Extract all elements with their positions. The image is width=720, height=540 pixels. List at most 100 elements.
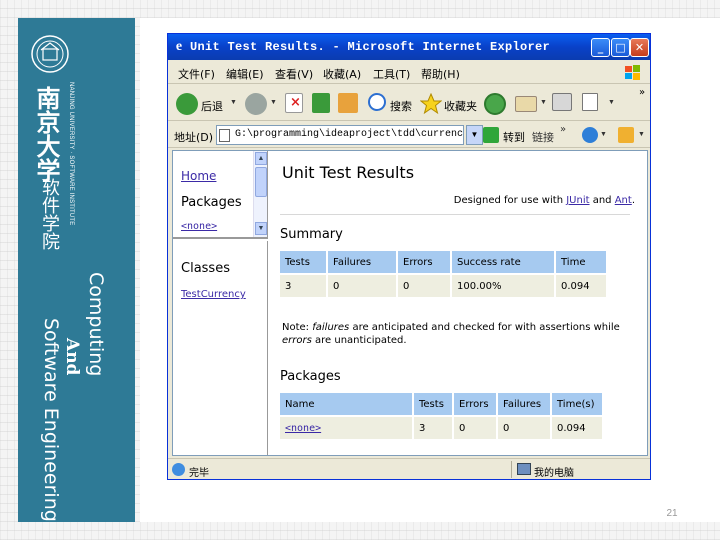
forward-icon[interactable]	[245, 93, 267, 115]
class-testcurrency-link[interactable]: TestCurrency	[181, 289, 246, 300]
packages-header-row: Name Tests Errors Failures Time(s)	[280, 393, 602, 415]
note-middle: are anticipated and checked for with ass…	[349, 322, 620, 333]
status-text: 完毕	[189, 468, 209, 479]
summary-time-value: 0.094	[556, 275, 606, 297]
forward-dropdown-icon[interactable]: ▼	[270, 99, 277, 106]
scroll-thumb[interactable]	[255, 167, 267, 197]
mail-dropdown-icon[interactable]: ▼	[540, 99, 547, 106]
maximize-button[interactable]: □	[611, 38, 630, 57]
windows-logo-icon	[625, 65, 640, 80]
menu-edit[interactable]: 编辑(E)	[226, 66, 264, 82]
classes-frame: Classes TestCurrency	[173, 241, 268, 455]
designed-and: and	[589, 195, 615, 206]
summary-heading: Summary	[280, 227, 343, 242]
menu-tools[interactable]: 工具(T)	[373, 66, 410, 82]
summary-data-row: 3 0 0 100.00% 0.094	[280, 275, 606, 297]
go-arrow-icon[interactable]	[483, 127, 499, 143]
designed-for-note: Designed for use with JUnit and Ant.	[454, 195, 635, 206]
window-title: Unit Test Results. - Microsoft Internet …	[190, 40, 551, 54]
links-button[interactable]: 链接	[532, 129, 554, 145]
search-label[interactable]: 搜索	[390, 98, 412, 114]
back-dropdown-icon[interactable]: ▼	[230, 99, 237, 106]
search-icon[interactable]	[368, 93, 386, 111]
note-prefix: Note:	[282, 322, 313, 333]
menu-bar: 文件(F) 编辑(E) 查看(V) 收藏(A) 工具(T) 帮助(H)	[168, 62, 650, 84]
designed-prefix: Designed for use with	[453, 195, 567, 206]
report-title: Unit Test Results	[282, 163, 415, 182]
links-chevron[interactable]: »	[560, 124, 566, 135]
edit-page-icon[interactable]	[582, 93, 598, 111]
address-input[interactable]: G:\programming\ideaproject\tdd\currency\…	[216, 125, 464, 145]
back-label[interactable]: 后退	[201, 98, 223, 114]
classes-nav-heading: Classes	[181, 261, 230, 276]
menu-view[interactable]: 查看(V)	[275, 66, 313, 82]
packages-col-tests: Tests	[414, 393, 452, 415]
page-number: 21	[666, 508, 678, 519]
packages-frame-scrollbar[interactable]: ▲ ▼	[253, 151, 267, 237]
scroll-down-icon[interactable]: ▼	[255, 222, 267, 235]
toolbar-more-chevron[interactable]: »	[639, 87, 645, 98]
scroll-up-icon[interactable]: ▲	[255, 152, 267, 165]
packages-nav-heading: Packages	[181, 195, 242, 210]
note-failures-word: failures	[312, 322, 350, 333]
packages-col-errors: Errors	[454, 393, 496, 415]
junit-link[interactable]: JUnit	[566, 195, 589, 206]
go-button[interactable]: 转到	[503, 129, 525, 145]
side-title-computing: Computing	[85, 272, 107, 377]
title-bar[interactable]: e Unit Test Results. - Microsoft Interne…	[168, 34, 650, 60]
summary-col-errors: Errors	[398, 251, 450, 273]
summary-col-success-rate: Success rate	[452, 251, 554, 273]
note-errors-word: errors	[282, 335, 312, 346]
mail-icon[interactable]	[515, 96, 537, 112]
summary-col-failures: Failures	[328, 251, 396, 273]
plugin-icon[interactable]	[618, 127, 634, 143]
menu-help[interactable]: 帮助(H)	[421, 66, 460, 82]
toolbar: 后退 ▼ ▼ × 搜索 收藏夹 ▼ ▼ »	[168, 85, 650, 121]
assertion-note: Note: failures are anticipated and check…	[282, 321, 632, 347]
my-computer-icon	[517, 463, 531, 475]
address-bar: 地址(D) G:\programming\ideaproject\tdd\cur…	[168, 122, 650, 148]
menu-favorites[interactable]: 收藏(A)	[323, 66, 361, 82]
back-icon[interactable]	[176, 93, 198, 115]
messenger-icon[interactable]	[582, 127, 598, 143]
close-button[interactable]: ✕	[630, 38, 649, 57]
packages-errors-value: 0	[454, 417, 496, 439]
summary-failures-value: 0	[328, 275, 396, 297]
messenger-dropdown-icon[interactable]: ▼	[600, 131, 607, 138]
print-icon[interactable]	[552, 93, 572, 111]
stop-icon[interactable]: ×	[285, 93, 303, 113]
side-title-software-engineering: Software Engineering	[40, 318, 62, 522]
address-label: 地址(D)	[174, 131, 214, 144]
history-icon[interactable]	[484, 93, 506, 115]
ie-icon: e	[175, 39, 183, 54]
university-chinese-name: 南京大学	[32, 86, 61, 182]
university-english-name: NANJING UNIVERSITY · SOFTWARE INSTITUTE	[68, 82, 74, 226]
favorites-label[interactable]: 收藏夹	[444, 98, 477, 114]
side-title-and: And	[62, 338, 82, 376]
edit-dropdown-icon[interactable]: ▼	[608, 99, 615, 106]
report-frame: Unit Test Results Designed for use with …	[270, 151, 647, 455]
home-link[interactable]: Home	[181, 169, 216, 183]
refresh-icon[interactable]	[312, 93, 330, 113]
note-suffix: are unanticipated.	[311, 335, 407, 346]
favorites-star-icon[interactable]	[420, 93, 442, 115]
package-none-report-link[interactable]: <none>	[285, 423, 321, 434]
packages-tests-value: 3	[414, 417, 452, 439]
summary-errors-value: 0	[398, 275, 450, 297]
home-icon[interactable]	[338, 93, 358, 113]
menu-file[interactable]: 文件(F)	[178, 66, 215, 82]
designed-suffix: .	[631, 195, 635, 206]
ie-window: e Unit Test Results. - Microsoft Interne…	[167, 33, 651, 480]
summary-tests-value: 3	[280, 275, 326, 297]
packages-heading: Packages	[280, 369, 341, 384]
address-dropdown-icon[interactable]: ▼	[466, 125, 483, 145]
packages-col-failures: Failures	[498, 393, 550, 415]
summary-col-tests: Tests	[280, 251, 326, 273]
ant-link[interactable]: Ant	[615, 195, 632, 206]
status-zone: 我的电脑	[534, 468, 574, 479]
plugin-dropdown-icon[interactable]: ▼	[638, 131, 645, 138]
summary-table: Tests Failures Errors Success rate Time …	[278, 249, 608, 299]
minimize-button[interactable]: _	[591, 38, 610, 57]
packages-name-cell: <none>	[280, 417, 412, 439]
package-none-link[interactable]: <none>	[181, 221, 217, 232]
